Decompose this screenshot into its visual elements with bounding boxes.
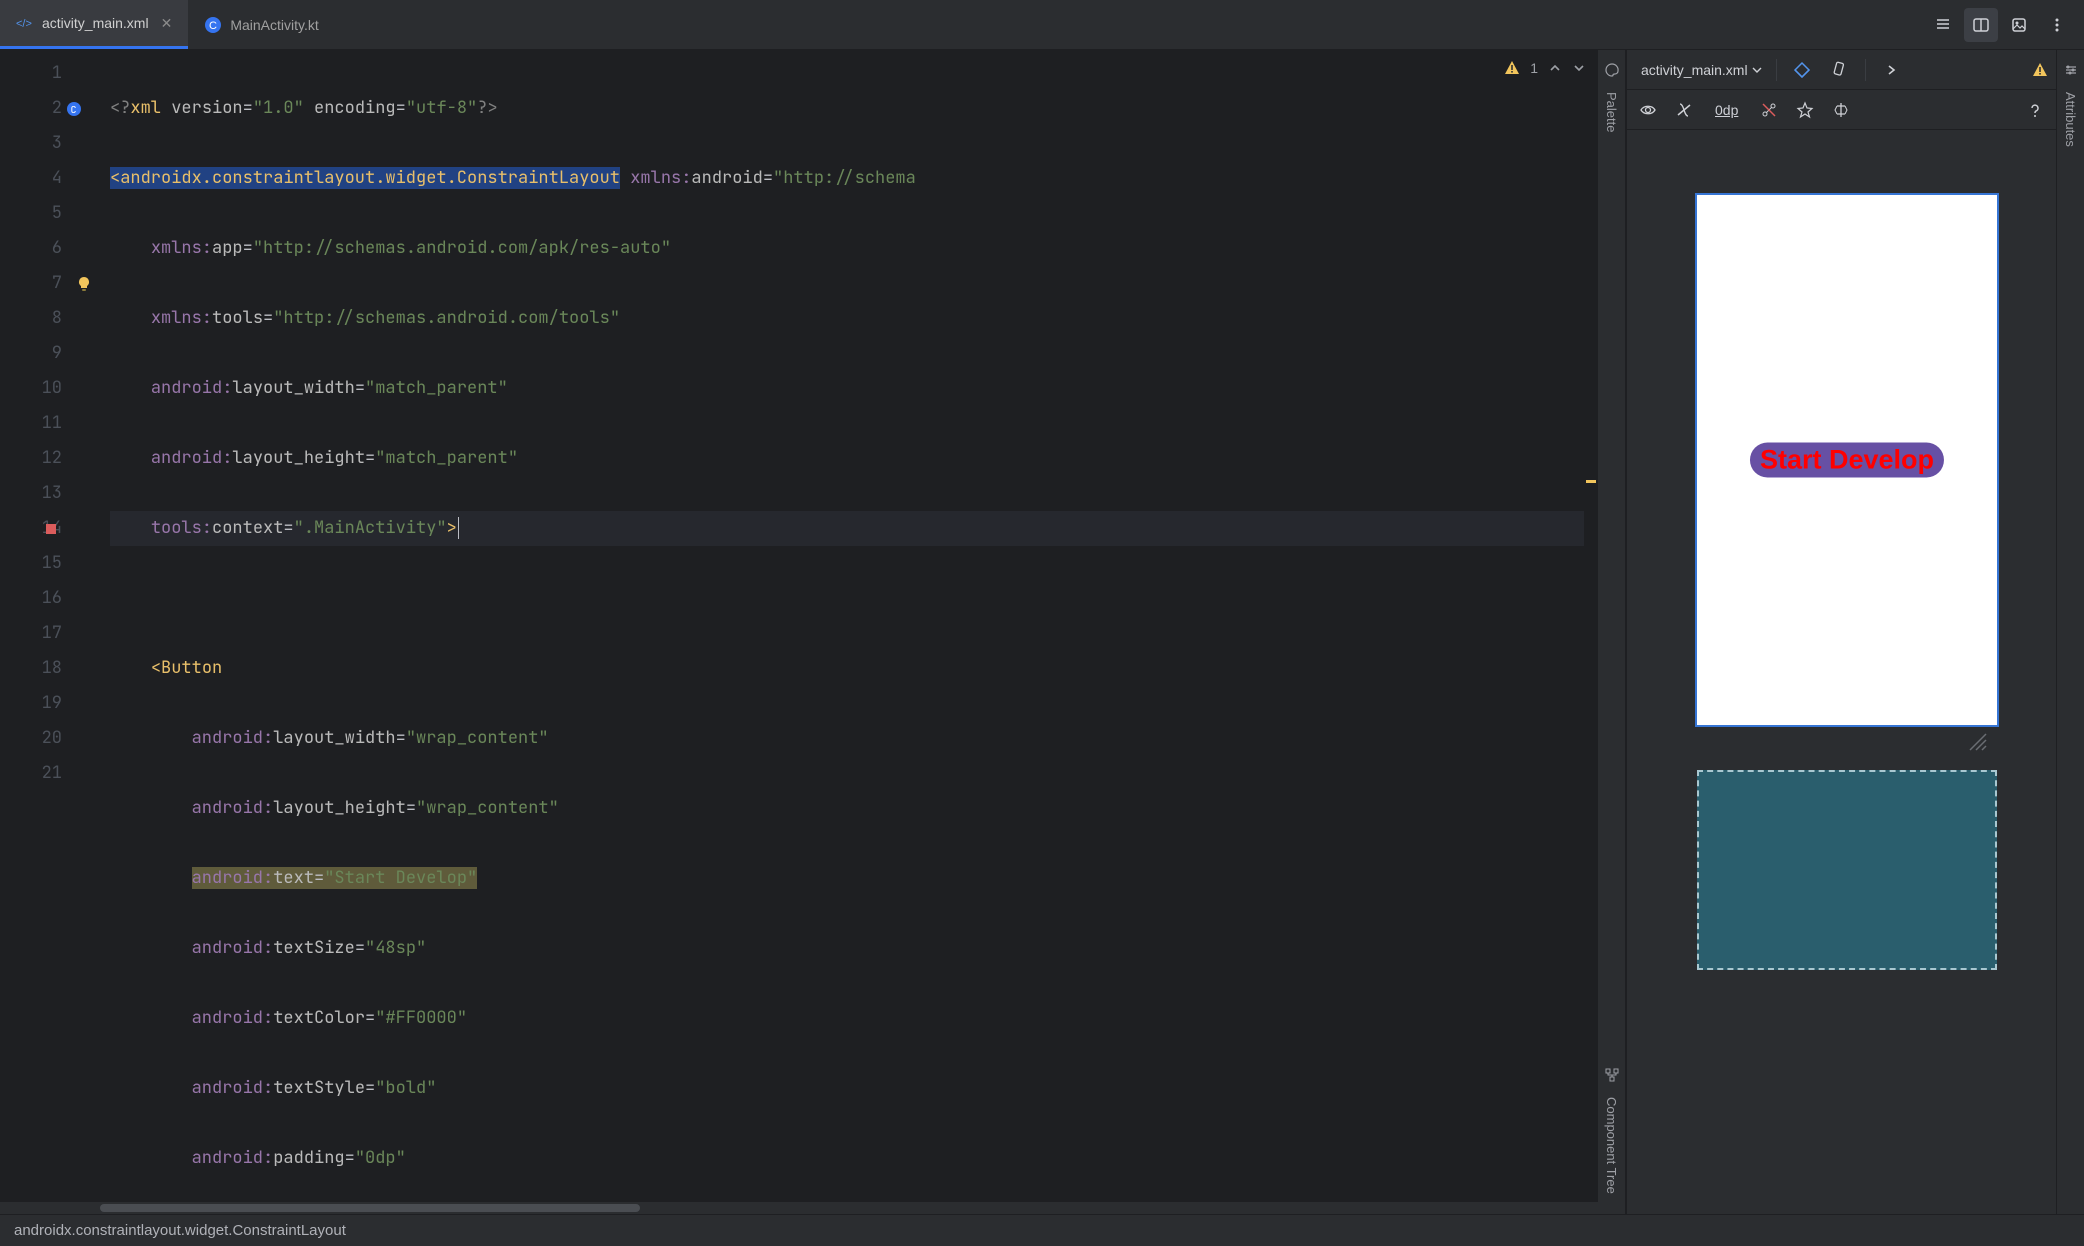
component-tree-tab[interactable]: Component Tree [1604,1089,1619,1202]
line-number: 2 C [0,91,62,126]
scrollbar-thumb[interactable] [100,1204,640,1212]
editor-tabs-bar: </> activity_main.xml ✕ C MainActivity.k… [0,0,2084,50]
view-code-icon[interactable] [1926,8,1960,42]
warning-marker[interactable] [1586,480,1596,483]
line-number: 9 [0,336,62,371]
line-number: 4 [0,161,62,196]
line-number: 10 [0,371,62,406]
warning-icon [1504,60,1520,76]
attributes-tab[interactable]: Attributes [2063,84,2078,155]
palette-tab[interactable]: Palette [1604,84,1619,140]
design-surface-icon[interactable] [1785,53,1819,87]
marker-stripe[interactable] [1584,50,1598,1202]
close-icon[interactable]: ✕ [161,15,173,32]
clear-constraints-icon[interactable] [1756,97,1782,123]
design-canvas[interactable]: Start Develop [1627,130,2056,1214]
editor-h-scrollbar[interactable] [0,1202,1598,1214]
autoconnect-icon[interactable] [1671,97,1697,123]
line-number: 5 [0,196,62,231]
more-icon[interactable] [2040,8,2074,42]
view-design-icon[interactable] [2002,8,2036,42]
resize-handle-icon[interactable] [1966,730,1988,752]
editor-gutter[interactable]: 1 2 C 3 4 5 6 7 8 [0,50,80,1202]
design-preview-pane: activity_main.xml [1626,50,2056,1214]
svg-text:C: C [209,20,217,32]
button-preview[interactable]: Start Develop [1750,443,1944,478]
xml-file-icon: </> [16,14,34,32]
line-number: 1 [0,56,62,91]
related-file-icon[interactable]: C [66,101,82,117]
line-number: 3 [0,126,62,161]
warning-count: 1 [1530,60,1538,76]
breadcrumb-text: androidx.constraintlayout.widget.Constra… [14,1222,346,1239]
line-number: 7 [0,266,62,301]
color-swatch-icon[interactable] [46,524,56,534]
line-number: 19 [0,686,62,721]
kotlin-class-icon: C [204,16,222,34]
intention-bulb-icon[interactable] [76,276,92,292]
line-number: 14 [0,511,62,546]
chevron-down-icon [1752,65,1762,75]
blueprint-surface[interactable] [1697,770,1997,970]
infer-constraints-icon[interactable] [1792,97,1818,123]
layout-file-dropdown[interactable]: activity_main.xml [1635,62,1768,78]
svg-text:</>: </> [16,18,32,30]
guidelines-icon[interactable] [1828,97,1854,123]
svg-text:C: C [71,103,77,116]
line-number: 6 [0,231,62,266]
line-number: 8 [0,301,62,336]
line-number: 21 [0,756,62,791]
help-icon[interactable] [2022,97,2048,123]
prev-highlight-icon[interactable] [1548,61,1562,75]
line-number: 18 [0,651,62,686]
next-highlight-icon[interactable] [1572,61,1586,75]
code-area[interactable]: <?xml version="1.0" encoding="utf-8"?> <… [80,50,1598,1202]
line-number: 12 [0,441,62,476]
overflow-chevron-icon[interactable] [1874,53,1908,87]
tab-label: activity_main.xml [42,15,149,31]
line-number: 16 [0,581,62,616]
layout-warning-icon[interactable] [2032,62,2048,78]
breadcrumb[interactable]: androidx.constraintlayout.widget.Constra… [0,1214,2084,1246]
design-toolbar-1: activity_main.xml [1627,50,2056,90]
component-tree-icon [1604,1067,1620,1083]
design-toolbar-2: 0dp [1627,90,2056,130]
attributes-rail: Attributes [2056,50,2084,1214]
tab-mainactivity[interactable]: C MainActivity.kt [188,0,334,49]
line-number: 13 [0,476,62,511]
design-surface[interactable]: Start Develop [1697,195,1997,725]
line-number: 15 [0,546,62,581]
tab-activity-main[interactable]: </> activity_main.xml ✕ [0,0,188,49]
orientation-icon[interactable] [1823,53,1857,87]
palette-icon [1604,62,1620,78]
view-split-icon[interactable] [1964,8,1998,42]
line-number: 11 [0,406,62,441]
inspection-widget[interactable]: 1 [1504,60,1586,76]
palette-rail: Palette Component Tree [1598,50,1626,1214]
code-editor[interactable]: 1 1 2 C 3 4 5 [0,50,1598,1214]
view-options-icon[interactable] [1635,97,1661,123]
line-number: 20 [0,721,62,756]
default-margin-button[interactable]: 0dp [1707,97,1746,123]
dropdown-label: activity_main.xml [1641,62,1748,78]
line-number: 17 [0,616,62,651]
attributes-icon [2063,62,2079,78]
tab-label: MainActivity.kt [230,17,318,33]
